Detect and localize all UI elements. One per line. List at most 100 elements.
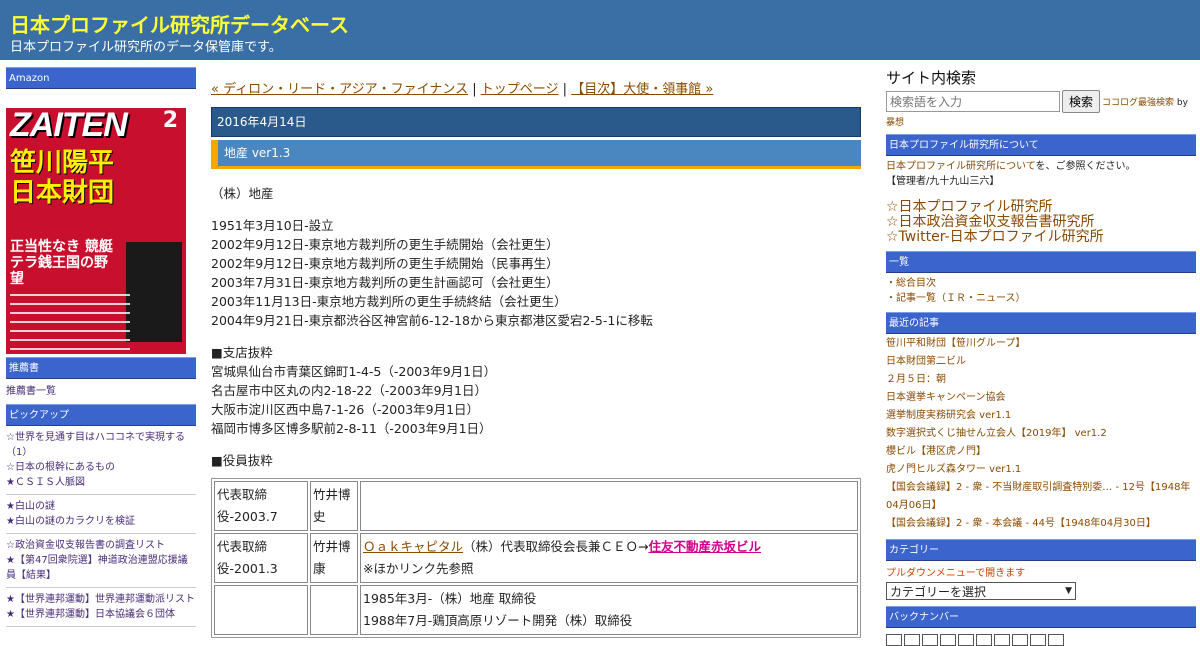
- recent-entry-link[interactable]: 【国会会議録】2 - 衆 - 本会議 - 44号【1948年04月30日】: [886, 515, 1196, 533]
- officer-career-line: 1985年3月-（株）地産 取締役: [363, 591, 537, 606]
- cover-logo: ZAITEN: [10, 106, 128, 144]
- recent-entry-link[interactable]: ２月５日：朝: [886, 371, 1196, 389]
- calendar-cell[interactable]: [886, 634, 902, 646]
- index-links: ・総合目次 ・記事一覧（ＩＲ・ニュース）: [886, 273, 1196, 306]
- entry-title: 地産 ver1.3: [211, 140, 861, 169]
- calendar-cell[interactable]: [940, 634, 956, 646]
- cover-subhead: 正当性なき 競艇テラ銭王国の野望: [10, 239, 113, 287]
- recent-entry-link[interactable]: 笹川平和財団【笹川グループ】: [886, 335, 1196, 353]
- pickup-heading: ピックアップ: [6, 404, 196, 426]
- calendar-cell[interactable]: [1012, 634, 1028, 646]
- search-form: 検索 ココログ最強検索 by: [886, 90, 1196, 113]
- index-link[interactable]: ・総合目次: [886, 276, 1196, 291]
- history-line: 2004年9月21日-東京都渋谷区神宮前6-12-18から東京都港区愛宕2-5-…: [211, 313, 653, 328]
- pickup-link[interactable]: ☆世界を見通す目はハココネで実現する（1）: [6, 430, 196, 460]
- featured-link[interactable]: ☆日本政治資金収支報告書研究所: [886, 215, 1196, 230]
- officer-detail: Ｏａｋキャピタル（株）代表取締役会長兼ＣＥＯ→住友不動産赤坂ビル ※ほかリンク先…: [360, 533, 858, 583]
- calendar-cell[interactable]: [1048, 634, 1064, 646]
- left-sidebar: Amazon ZAITEN 2 笹川陽平 日本財団 正当性なき 競艇テラ銭王国の…: [6, 67, 196, 627]
- recent-entry-link[interactable]: 選挙制度実務研究会 ver1.1: [886, 407, 1196, 425]
- recommend-heading: 推薦書: [6, 357, 196, 379]
- branch-address: 福岡市博多区博多駅前2-8-11（-2003年9月1日）: [211, 421, 492, 436]
- branch-address: 名古屋市中区丸の内2-18-22（-2003年9月1日）: [211, 383, 488, 398]
- entry-body: （株）地産 1951年3月10日-設立 2002年9月12日-東京地方裁判所の更生…: [211, 184, 861, 638]
- pickup-link[interactable]: ★白山の謎のカラクリを検証: [6, 514, 196, 529]
- table-row: 代表取締役-2003.7 竹井博史: [214, 481, 858, 531]
- pickup-group: ★白山の謎 ★白山の謎のカラクリを検証: [6, 495, 196, 534]
- admin-name: 【管理者/九十九山三六】: [886, 176, 1000, 187]
- entry-navigation: « ディロン・リード・アジア・ファイナンス | トップページ | 【目次】大使・…: [211, 78, 861, 100]
- pickup-link[interactable]: ★【世界連邦運動】日本協議会６団体: [6, 607, 196, 622]
- featured-link[interactable]: ☆日本プロファイル研究所: [886, 200, 1196, 215]
- calendar-cell[interactable]: [904, 634, 920, 646]
- category-select-value: カテゴリーを選択: [890, 584, 987, 599]
- calendar-cell[interactable]: [976, 634, 992, 646]
- sumitomo-building-link[interactable]: 住友不動産赤坂ビル: [649, 539, 762, 554]
- officer-note: ※ほかリンク先参照: [363, 561, 474, 576]
- calendar-cell[interactable]: [994, 634, 1010, 646]
- pickup-link[interactable]: ☆政治資金収支報告書の調査リスト: [6, 538, 196, 553]
- officer-position: （株）代表取締役会長兼ＣＥＯ→: [463, 539, 649, 554]
- cocolog-by: by: [1174, 98, 1188, 108]
- cocolog-author-link[interactable]: 暴想: [886, 118, 904, 128]
- branch-address: 大阪市淀川区西中島7-1-26（-2003年9月1日）: [211, 402, 480, 417]
- calendar-cell[interactable]: [1030, 634, 1046, 646]
- officer-role: 代表取締役-2003.7: [214, 481, 308, 531]
- site-title[interactable]: 日本プロファイル研究所データベース: [10, 9, 349, 38]
- about-heading: 日本プロファイル研究所について: [886, 134, 1196, 156]
- nav-separator: |: [468, 82, 481, 97]
- recent-entry-link[interactable]: 日本財団第二ビル: [886, 353, 1196, 371]
- oak-capital-link[interactable]: Ｏａｋキャピタル: [363, 539, 463, 554]
- backnumber-calendar: [886, 634, 1196, 646]
- entry-date: 2016年4月14日: [211, 107, 861, 137]
- featured-links: ☆日本プロファイル研究所 ☆日本政治資金収支報告書研究所 ☆Twitter-日本プロ…: [886, 200, 1196, 245]
- recent-entry-link[interactable]: 虎ノ門ヒルズ森タワー ver1.1: [886, 461, 1196, 479]
- company-history: 1951年3月10日-設立 2002年9月12日-東京地方裁判所の更生手続開始（会…: [211, 216, 861, 330]
- right-sidebar: サイト内検索 検索 ココログ最強検索 by 暴想 日本プロファイル研究所について…: [886, 67, 1196, 646]
- calendar-cell[interactable]: [958, 634, 974, 646]
- prev-entry-link[interactable]: « ディロン・リード・アジア・ファイナンス: [211, 82, 468, 97]
- table-row: 代表取締役-2001.3 竹井博康 Ｏａｋキャピタル（株）代表取締役会長兼ＣＥＯ…: [214, 533, 858, 583]
- officer-name: [310, 585, 358, 635]
- pickup-link[interactable]: ★白山の謎: [6, 499, 196, 514]
- pickup-link[interactable]: ★【第47回衆院選】神道政治連盟応援議員【結果】: [6, 553, 196, 583]
- top-page-link[interactable]: トップページ: [481, 82, 559, 97]
- officer-name: 竹井博史: [310, 481, 358, 531]
- nav-separator: |: [558, 82, 572, 97]
- search-input[interactable]: [886, 91, 1060, 112]
- officer-role: 代表取締役-2001.3: [214, 533, 308, 583]
- pickup-link[interactable]: ☆日本の根幹にあるもの: [6, 460, 196, 475]
- magazine-cover-image[interactable]: ZAITEN 2 笹川陽平 日本財団 正当性なき 競艇テラ銭王国の野望: [6, 94, 186, 354]
- recent-entry-link[interactable]: 櫻ビル【港区虎ノ門】: [886, 443, 1196, 461]
- pickup-link[interactable]: ★【世界連邦運動】世界連邦運動派リスト: [6, 592, 196, 607]
- officer-career-line: 1988年7月-鶏頂高原リゾート開発（株）取締役: [363, 613, 633, 628]
- category-select[interactable]: カテゴリーを選択 ▼: [886, 582, 1076, 600]
- index-link[interactable]: ・記事一覧（ＩＲ・ニュース）: [886, 291, 1196, 306]
- history-line: 1951年3月10日-設立: [211, 218, 334, 233]
- cocolog-search-link[interactable]: ココログ最強検索: [1102, 98, 1174, 108]
- about-link[interactable]: 日本プロファイル研究所について: [886, 161, 1036, 172]
- featured-link[interactable]: ☆Twitter-日本プロファイル研究所: [886, 230, 1196, 245]
- list-heading: 一覧: [886, 251, 1196, 273]
- calendar-cell[interactable]: [922, 634, 938, 646]
- recommend-list-link[interactable]: 推薦書一覧: [6, 384, 196, 399]
- history-line: 2003年7月31日-東京地方裁判所の更生計画認可（会社更生）: [211, 275, 559, 290]
- pickup-list: ☆世界を見通す目はハココネで実現する（1） ☆日本の根幹にあるもの ★ＣＳＩＳ人脈図…: [6, 426, 196, 627]
- officer-detail: 1985年3月-（株）地産 取締役 1988年7月-鶏頂高原リゾート開発（株）取…: [360, 585, 858, 635]
- site-header: 日本プロファイル研究所データベース 日本プロファイル研究所のデータ保管庫です。: [0, 0, 1200, 60]
- pickup-group: ☆世界を見通す目はハココネで実現する（1） ☆日本の根幹にあるもの ★ＣＳＩＳ人脈図: [6, 426, 196, 495]
- pickup-group: ☆政治資金収支報告書の調査リスト ★【第47回衆院選】神道政治連盟応援議員【結果】: [6, 534, 196, 588]
- pickup-link[interactable]: ★ＣＳＩＳ人脈図: [6, 475, 196, 490]
- recent-entries-heading: 最近の記事: [886, 312, 1196, 334]
- search-button[interactable]: 検索: [1062, 90, 1101, 113]
- recent-entry-link[interactable]: 数字選択式くじ抽せん立会人【2019年】 ver1.2: [886, 425, 1196, 443]
- history-line: 2003年11月13日-東京地方裁判所の更生手続終結（会社更生）: [211, 294, 567, 309]
- branch-address: 宮城県仙台市青葉区錦町1-4-5（-2003年9月1日）: [211, 364, 497, 379]
- cover-issue-number: 2: [162, 108, 178, 133]
- table-row: 1985年3月-（株）地産 取締役 1988年7月-鶏頂高原リゾート開発（株）取…: [214, 585, 858, 635]
- company-name: （株）地産: [211, 186, 274, 201]
- next-entry-link[interactable]: 【目次】大使・領事館 »: [571, 82, 713, 97]
- recent-entry-link[interactable]: 【国会会議録】2 - 衆 - 不当財産取引調査特別委… - 12号【1948年0…: [886, 479, 1196, 515]
- recent-entry-link[interactable]: 日本選挙キャンペーン協会: [886, 389, 1196, 407]
- about-text: を、ご参照ください。: [1035, 161, 1136, 172]
